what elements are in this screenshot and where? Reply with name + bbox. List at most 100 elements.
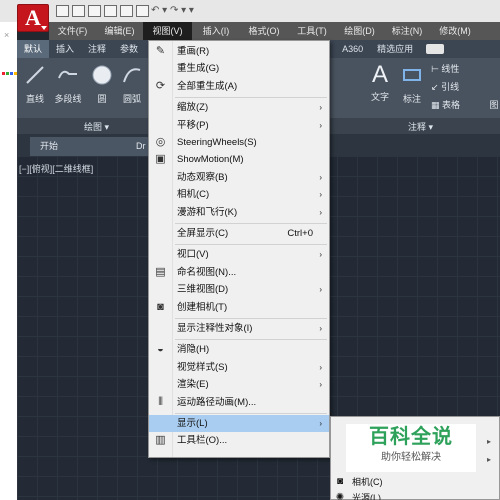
view-menu-item[interactable]: 显示注释性对象(I) ›	[149, 320, 329, 337]
view-menu-item[interactable]: ⟳ 全部重生成(A)	[149, 78, 329, 95]
view-menu-item[interactable]: ◙ 创建相机(T)	[149, 299, 329, 316]
tab-start[interactable]: 开始	[30, 137, 134, 156]
view-menu-item-label: 视觉样式(S)	[177, 361, 228, 373]
view-menu-item[interactable]: 动态观察(B) ›	[149, 169, 329, 186]
view-menu-item[interactable]: 全屏显示(C) Ctrl+0	[149, 225, 329, 242]
circle-tool-label: 圆	[97, 94, 107, 104]
polyline-tool-label: 多段线	[54, 94, 82, 104]
dimension-tool[interactable]: 标注	[399, 64, 425, 105]
view-menu-item[interactable]: 三维视图(D) ›	[149, 281, 329, 298]
tab-a360[interactable]: A360	[335, 40, 370, 58]
view-menu-item-label: 创建相机(T)	[177, 301, 228, 313]
view-menu-item[interactable]: 重生成(G)	[149, 60, 329, 77]
tab-default[interactable]: 默认	[17, 40, 50, 58]
quick-access-icons	[56, 5, 149, 17]
save-as-icon[interactable]	[104, 5, 117, 17]
view-menu-item[interactable]: 缩放(Z) ›	[149, 99, 329, 116]
submenu-item-light[interactable]: ✺ 光源(L)	[330, 490, 500, 500]
chevron-right-icon: ›	[319, 103, 322, 113]
polyline-icon	[58, 70, 77, 79]
view-menu-item[interactable]: 平移(P) ›	[149, 117, 329, 134]
tab-insert[interactable]: 插入	[49, 40, 81, 58]
menu-item-4[interactable]: 格式(O)	[240, 22, 288, 40]
hide-icon: ◒	[157, 343, 164, 356]
left-strip: ×	[0, 22, 17, 500]
view-menu-item-label: 漫游和飞行(K)	[177, 206, 238, 218]
menu-separator	[175, 412, 327, 414]
view-menu-item[interactable]: 显示(L) ›	[149, 415, 329, 432]
panel-label-annotate[interactable]: 注释 ▾	[408, 120, 433, 133]
circle-icon	[92, 65, 112, 85]
view-menu-item-label: ShowMotion(M)	[177, 154, 244, 166]
text-tool[interactable]: A 文字	[367, 61, 393, 103]
table-tool[interactable]: ▦ 表格	[431, 98, 491, 111]
menu-item-3[interactable]: 插入(I)	[192, 22, 240, 40]
chevron-down-icon	[41, 26, 47, 30]
leader-icon: ↙	[431, 82, 439, 92]
application-menu-button[interactable]: A	[17, 4, 49, 32]
view-menu-item-label: 显示(L)	[177, 418, 208, 429]
menu-item-1[interactable]: 编辑(E)	[96, 22, 143, 40]
save-icon[interactable]	[88, 5, 101, 17]
panel-label-draw[interactable]: 绘图 ▾	[84, 120, 109, 133]
chevron-right-icon: ›	[319, 285, 322, 295]
view-menu-item[interactable]: ◎ SteeringWheels(S)	[149, 134, 329, 151]
view-menu-item[interactable]: ◒ 消隐(H)	[149, 341, 329, 358]
tab-annotate[interactable]: 注释	[81, 40, 113, 58]
view-menu-item[interactable]: ✎ 重画(R)	[149, 43, 329, 60]
view-menu-item-label: 运动路径动画(M)...	[177, 396, 257, 408]
view-menu-item-label: 三维视图(D)	[177, 284, 229, 296]
view-menu-item[interactable]: ⫴ 运动路径动画(M)...	[149, 394, 329, 411]
view-menu-item-label: 重生成(G)	[177, 63, 220, 75]
menu-item-0[interactable]: 文件(F)	[49, 22, 96, 40]
open-icon[interactable]	[72, 5, 85, 17]
view-menu-item-label: SteeringWheels(S)	[177, 137, 257, 148]
view-menu-item-label: 工具栏(O)...	[177, 435, 228, 447]
linear-icon: ⊢	[431, 64, 439, 74]
line-tool[interactable]: 直线	[21, 64, 49, 105]
print-icon[interactable]	[120, 5, 133, 17]
view-menu-item-label: 重画(R)	[177, 46, 210, 57]
view-menu-item[interactable]: ▤ 命名视图(N)...	[149, 264, 329, 281]
new-icon[interactable]	[56, 5, 69, 17]
menu-item-7[interactable]: 标注(N)	[383, 22, 431, 40]
circle-tool[interactable]: 圆	[87, 64, 117, 105]
ribbon-options-icon[interactable]	[426, 44, 445, 54]
viewport-controls[interactable]: [−][俯视][二维线框]	[19, 162, 93, 175]
chevron-right-icon: ›	[319, 419, 322, 428]
polyline-tool[interactable]: 多段线	[51, 64, 85, 105]
plot-icon[interactable]	[136, 5, 149, 17]
showmotion-icon: ▣	[155, 153, 166, 166]
line-tool-label: 直线	[25, 94, 44, 104]
menu-item-5[interactable]: 工具(T)	[288, 22, 336, 40]
text-icon: A	[371, 61, 388, 88]
arc-tool[interactable]: 圆弧	[117, 64, 147, 105]
submenu-item-camera[interactable]: ◙ 相机(C)	[330, 474, 500, 490]
tab-featured-apps[interactable]: 精选应用	[370, 40, 420, 58]
menu-item-6[interactable]: 绘图(D)	[336, 22, 383, 40]
view-menu-item[interactable]: ▥ 工具栏(O)...	[149, 432, 329, 449]
view-menu-item[interactable]: 渲染(E) ›	[149, 376, 329, 393]
motion-path-icon: ⫴	[158, 395, 163, 408]
linear-tool[interactable]: ⊢ 线性	[431, 62, 491, 75]
menu-bar: 文件(F) 编辑(E) 视图(V) 插入(I) 格式(O) 工具(T) 绘图(D) 标注(N)…	[49, 22, 500, 40]
view-menu-item-label: 缩放(Z)	[177, 102, 209, 114]
dimension-tool-label: 标注	[402, 94, 421, 104]
leader-label: 引线	[441, 82, 460, 92]
dimension-icon	[403, 69, 421, 81]
view-menu-item[interactable]: 相机(C) ›	[149, 186, 329, 203]
view-menu-item[interactable]: 视觉样式(S) ›	[149, 359, 329, 376]
view-menu-item[interactable]: 视口(V) ›	[149, 246, 329, 263]
menu-item-2[interactable]: 视图(V)	[143, 22, 192, 40]
undo-redo-icons[interactable]: ↶ ▾ ↷ ▾ ▾	[151, 5, 194, 16]
regen-all-icon: ⟳	[155, 79, 166, 92]
close-icon[interactable]: ×	[4, 30, 9, 40]
table-icon: ▦	[431, 100, 440, 110]
menu-item-8[interactable]: 修改(M)	[431, 22, 479, 40]
view-menu-item[interactable]: ▣ ShowMotion(M)	[149, 151, 329, 168]
chevron-right-icon: ›	[319, 120, 322, 130]
leader-tool[interactable]: ↙ 引线	[431, 80, 491, 93]
view-menu-item[interactable]: 漫游和飞行(K) ›	[149, 204, 329, 221]
tab-parametric[interactable]: 参数	[113, 40, 145, 58]
chevron-right-icon: ›	[319, 190, 322, 200]
